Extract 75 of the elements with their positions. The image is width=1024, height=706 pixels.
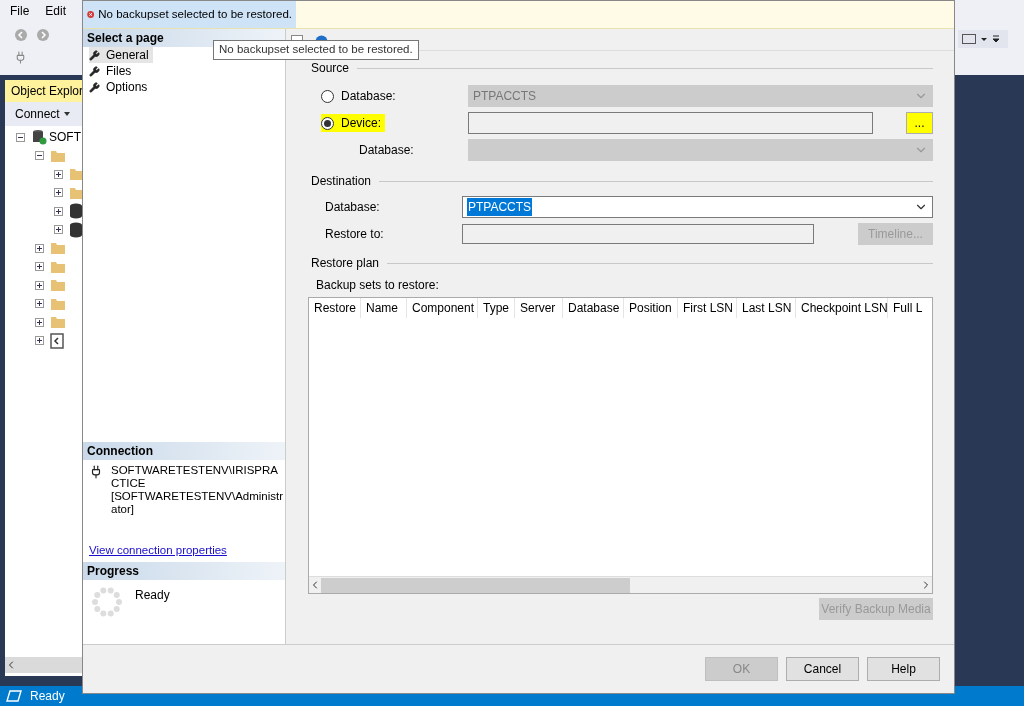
expand-icon[interactable] [54, 206, 63, 216]
expand-icon[interactable] [54, 188, 63, 198]
column-header[interactable]: Name [361, 298, 407, 318]
wrench-icon [89, 65, 100, 77]
error-banner: No backupset selected to be restored. [83, 1, 296, 28]
group-title: Source [311, 60, 350, 77]
dialog-button[interactable]: Help [867, 657, 940, 681]
expand-icon[interactable] [54, 169, 63, 179]
menu-item[interactable]: Edit [45, 2, 67, 20]
collapse-icon[interactable] [35, 151, 44, 161]
tooltip: No backupset selected to be restored. [213, 40, 419, 60]
radio-button[interactable] [321, 89, 334, 103]
expand-icon[interactable] [35, 280, 44, 290]
folder-icon [50, 296, 66, 311]
tree-item[interactable]: SOFT [49, 128, 81, 147]
caret-icon [63, 112, 70, 116]
column-header[interactable]: Full L [888, 298, 932, 318]
folder-icon [50, 315, 66, 330]
server-icon [31, 129, 47, 146]
folder-icon [50, 278, 66, 293]
panel-tab[interactable]: Object Explor [5, 80, 85, 102]
page-item[interactable]: General [89, 47, 153, 63]
column-header[interactable]: Type [478, 298, 515, 318]
folder-icon [50, 241, 66, 256]
expand-icon[interactable] [35, 336, 44, 346]
wrench-icon [89, 49, 100, 61]
table-caption: Backup sets to restore: [315, 277, 440, 294]
collapse-icon[interactable] [16, 132, 25, 142]
plug-icon[interactable] [14, 50, 27, 64]
horizontal-scrollbar[interactable] [309, 576, 932, 593]
section-header: Connection [83, 442, 285, 460]
status-icon [6, 690, 22, 702]
menu-item[interactable]: File [10, 2, 30, 20]
device-field[interactable] [468, 112, 873, 134]
group-title: Destination [311, 173, 372, 190]
database-icon [69, 221, 83, 238]
connection-properties-link[interactable]: View connection properties [83, 542, 285, 562]
column-header[interactable]: Checkpoint LSN [796, 298, 888, 318]
database-icon [69, 203, 83, 220]
column-header[interactable]: Database [563, 298, 624, 318]
group-title: Restore plan [311, 255, 380, 272]
folder-icon [50, 148, 66, 163]
section-header: Progress [83, 562, 285, 580]
wrench-icon [89, 81, 100, 93]
expand-icon[interactable] [35, 262, 44, 272]
progress-status: Ready [135, 587, 170, 604]
column-header[interactable]: Last LSN [737, 298, 796, 318]
window-icon[interactable] [962, 34, 976, 44]
expand-icon[interactable] [35, 317, 44, 327]
dropdown-icon[interactable] [980, 35, 988, 43]
spinner-icon [91, 586, 123, 618]
column-header[interactable]: Component [407, 298, 478, 318]
connection-text: SOFTWARETESTENV\IRISPRA CTICE [SOFTWARETESTENV\Administr ator] [111, 464, 284, 517]
field-label: Restore to: [324, 226, 385, 243]
expand-icon[interactable] [35, 299, 44, 309]
page-item[interactable]: Options [89, 79, 152, 95]
expand-icon[interactable] [54, 225, 63, 235]
status-text: Ready [30, 688, 65, 705]
column-header[interactable]: Position [624, 298, 678, 318]
column-header[interactable]: Server [515, 298, 563, 318]
plug-icon [89, 465, 103, 479]
folder-icon [50, 259, 66, 274]
overflow-icon[interactable] [992, 34, 1000, 44]
column-header[interactable]: Restore [309, 298, 361, 318]
radio-button[interactable] [321, 116, 334, 130]
dialog-button[interactable]: Cancel [786, 657, 859, 681]
radio-label[interactable]: Database: [341, 87, 396, 105]
field-label: Database: [324, 199, 381, 216]
expand-icon[interactable] [35, 243, 44, 253]
field-label: Database: [358, 142, 415, 159]
column-header[interactable]: First LSN [678, 298, 737, 318]
destination-database-dropdown[interactable]: PTPACCTS [462, 196, 933, 218]
page-item[interactable]: Files [89, 63, 136, 79]
document-icon [50, 332, 64, 349]
browse-button[interactable]: ... [906, 112, 933, 134]
